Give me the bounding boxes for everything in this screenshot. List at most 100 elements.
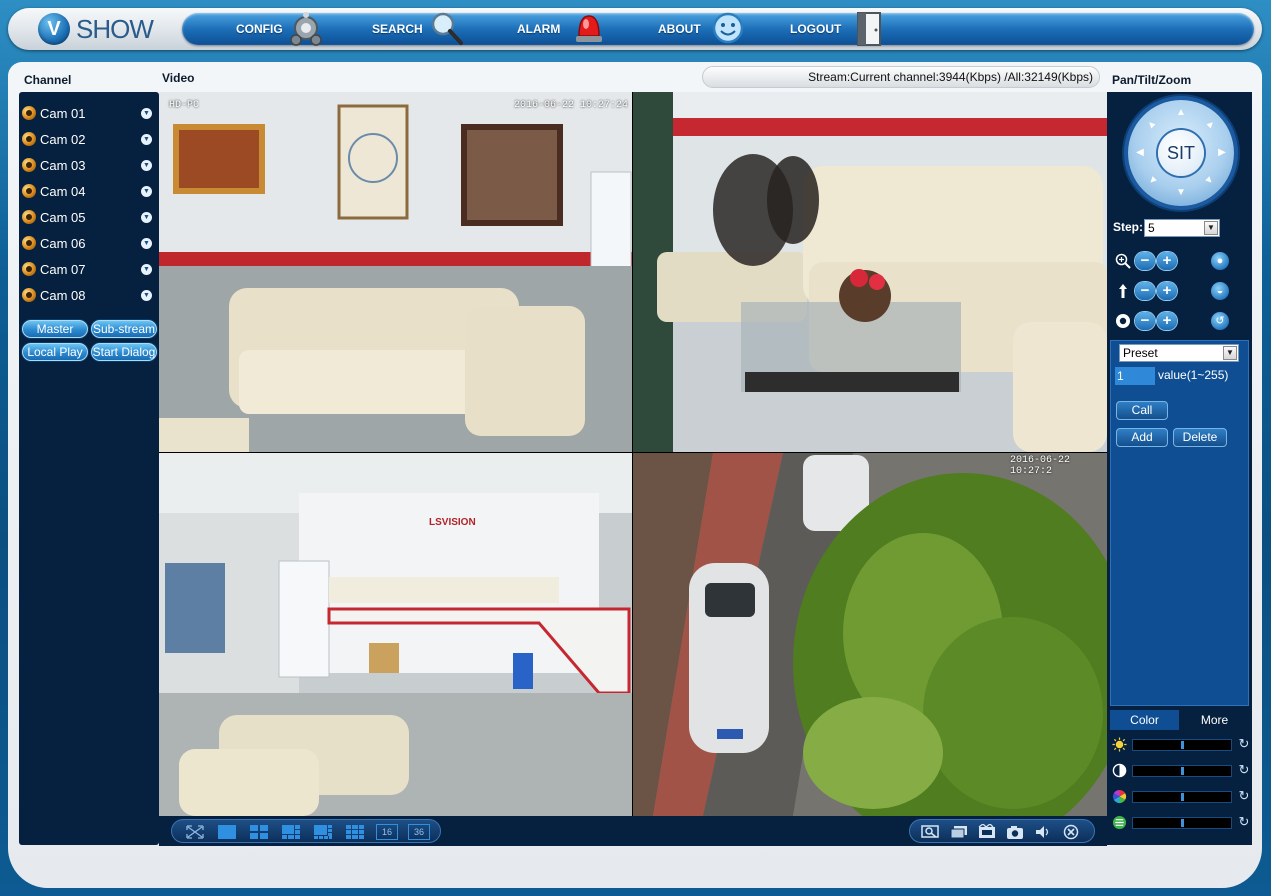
nav-search[interactable]: SEARCH [372, 12, 472, 45]
grid-divider-vertical [632, 92, 633, 816]
slider-thumb[interactable] [1181, 819, 1184, 827]
local-play-button[interactable]: Local Play [22, 343, 88, 361]
ptz-header: Pan/Tilt/Zoom [1112, 73, 1192, 87]
nav-logout[interactable]: LOGOUT [790, 12, 890, 46]
chevron-down-icon[interactable]: ▼ [141, 263, 152, 275]
chevron-down-icon[interactable]: ▼ [141, 289, 152, 301]
channel-label: Cam 08 [40, 287, 86, 303]
video-pane-2[interactable] [633, 92, 1107, 452]
channel-item-cam-07[interactable]: Cam 07 ▼ [19, 257, 159, 281]
reset-icon[interactable]: ↻ [1237, 815, 1251, 829]
ptz-center-button[interactable]: SIT [1158, 130, 1204, 176]
slider-thumb[interactable] [1181, 767, 1184, 775]
arrow-right-icon[interactable]: ▶ [1216, 147, 1228, 159]
stream-info-text: Stream:Current channel:3944(Kbps) /All:3… [808, 70, 1093, 84]
zoom-in-button[interactable]: + [1157, 252, 1177, 270]
record-icon[interactable] [976, 824, 998, 840]
preset-delete-button[interactable]: Delete [1173, 428, 1227, 447]
arrow-down-icon[interactable]: ▼ [1175, 187, 1187, 199]
slider-thumb[interactable] [1181, 793, 1184, 801]
nav-config[interactable]: CONFIG [236, 12, 336, 46]
zoom-icon [1115, 253, 1131, 269]
chevron-down-icon[interactable]: ▼ [141, 133, 152, 145]
auto-rotate-icon[interactable]: ↺ [1211, 312, 1229, 330]
channel-item-cam-08[interactable]: Cam 08 ▼ [19, 283, 159, 307]
nav-alarm-label: ALARM [517, 22, 561, 36]
chevron-down-icon[interactable]: ▼ [141, 237, 152, 249]
iris-open-button[interactable]: + [1157, 312, 1177, 330]
chevron-down-icon[interactable]: ▼ [141, 185, 152, 197]
nav-alarm[interactable]: ALARM [517, 13, 617, 45]
video-pane-4[interactable]: 2016-06-22 10:27:2 [633, 453, 1107, 816]
focus-near-button[interactable]: − [1135, 282, 1155, 300]
arrow-down-right-icon[interactable]: ▼ [1202, 173, 1219, 190]
chevron-down-icon[interactable]: ▼ [141, 211, 152, 223]
tab-more[interactable]: More [1180, 710, 1249, 730]
hue-slider[interactable] [1132, 817, 1232, 829]
channel-item-cam-06[interactable]: Cam 06 ▼ [19, 231, 159, 255]
split-16-button[interactable]: 16 [376, 824, 398, 840]
fullscreen-icon[interactable] [184, 824, 206, 840]
step-select[interactable]: 5 ▼ [1144, 219, 1220, 237]
tab-color[interactable]: Color [1110, 710, 1179, 730]
master-button[interactable]: Master [22, 320, 88, 338]
contrast-icon [1112, 763, 1127, 778]
reset-icon[interactable]: ↻ [1237, 737, 1251, 751]
arrow-up-right-icon[interactable]: ▲ [1202, 117, 1219, 134]
channel-item-cam-05[interactable]: Cam 05 ▼ [19, 205, 159, 229]
zoom-in-video-icon[interactable] [920, 824, 942, 840]
camera-icon [22, 158, 36, 172]
channel-label: Cam 02 [40, 131, 86, 147]
split-6-icon[interactable] [280, 824, 302, 840]
split-1-icon[interactable] [216, 824, 238, 840]
light-bulb-icon[interactable]: ● [1211, 252, 1229, 270]
split-9-icon[interactable] [344, 824, 366, 840]
preset-add-button[interactable]: Add [1116, 428, 1168, 447]
brightness-slider[interactable] [1132, 739, 1232, 751]
hue-icon [1112, 815, 1127, 830]
chevron-down-icon[interactable]: ▼ [141, 107, 152, 119]
channel-item-cam-01[interactable]: Cam 01 ▼ [19, 101, 159, 125]
channel-item-cam-04[interactable]: Cam 04 ▼ [19, 179, 159, 203]
wiper-icon[interactable]: ◒ [1211, 282, 1229, 300]
preset-range-hint: value(1~255) [1158, 368, 1229, 382]
audio-icon[interactable] [1032, 824, 1054, 840]
channel-item-cam-03[interactable]: Cam 03 ▼ [19, 153, 159, 177]
hue-slider-row: ↻ [1110, 814, 1249, 832]
split-36-button[interactable]: 36 [408, 824, 430, 840]
contrast-slider[interactable] [1132, 765, 1232, 777]
arrow-down-left-icon[interactable]: ▼ [1144, 173, 1161, 190]
iris-close-button[interactable]: − [1135, 312, 1155, 330]
snapshot-camera-icon[interactable] [1004, 824, 1026, 840]
app-logo: V SHOW [38, 12, 154, 46]
sun-icon [1112, 737, 1127, 752]
saturation-slider[interactable] [1132, 791, 1232, 803]
arrow-left-icon[interactable]: ◀ [1134, 147, 1146, 159]
nav-about[interactable]: ABOUT [658, 12, 758, 45]
preset-select[interactable]: Preset ▼ [1119, 344, 1239, 362]
channel-panel: Cam 01 ▼ Cam 02 ▼ Cam 03 ▼ Cam 04 ▼ Cam … [19, 92, 159, 845]
preset-call-button[interactable]: Call [1116, 401, 1168, 420]
video-pane-3[interactable]: LSVISION [159, 453, 632, 816]
chevron-down-icon: ▼ [1204, 221, 1218, 235]
video-pane-1[interactable]: HD-PC 2016-06-22 10:27:24 [159, 92, 632, 452]
zoom-out-button[interactable]: − [1135, 252, 1155, 270]
chevron-down-icon[interactable]: ▼ [141, 159, 152, 171]
close-all-icon[interactable] [948, 824, 970, 840]
arrow-up-icon[interactable]: ▲ [1175, 107, 1187, 119]
slider-thumb[interactable] [1181, 741, 1184, 749]
sub-stream-button[interactable]: Sub-stream [91, 320, 157, 338]
reset-icon[interactable]: ↻ [1237, 789, 1251, 803]
camera-icon [22, 132, 36, 146]
reset-icon[interactable]: ↻ [1237, 763, 1251, 777]
iris-icon [1116, 314, 1130, 328]
stop-all-icon[interactable] [1060, 824, 1082, 840]
arrow-up-left-icon[interactable]: ▲ [1144, 117, 1161, 134]
preset-value-input[interactable]: 1 [1115, 367, 1155, 385]
split-8-icon[interactable] [312, 824, 334, 840]
focus-far-button[interactable]: + [1157, 282, 1177, 300]
chevron-down-icon: ▼ [1223, 346, 1237, 360]
channel-item-cam-02[interactable]: Cam 02 ▼ [19, 127, 159, 151]
split-4-icon[interactable] [248, 824, 270, 840]
start-dialog-button[interactable]: Start Dialog [91, 343, 157, 361]
